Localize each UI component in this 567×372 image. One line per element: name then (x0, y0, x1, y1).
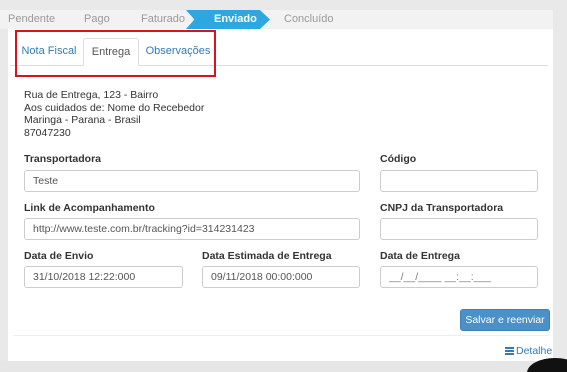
status-steps: Pendente Pago Faturado Enviado Concluído (0, 10, 553, 29)
codigo-label: Código (380, 153, 417, 165)
delivery-address: Rua de Entrega, 123 - Bairro Aos cuidado… (24, 89, 204, 139)
cnpj-input[interactable] (380, 218, 538, 240)
data-entrega-label: Data de Entrega (380, 250, 460, 262)
data-entrega-input[interactable] (380, 266, 538, 288)
step-enviado: Enviado (214, 13, 257, 25)
address-line-city: Maringa - Parana - Brasil (24, 114, 141, 126)
address-line-zip: 87047230 (24, 126, 71, 139)
step-pendente: Pendente (8, 13, 56, 25)
data-estimada-input[interactable] (202, 266, 360, 288)
save-resend-button[interactable]: Salvar e reenviar (460, 309, 550, 331)
data-envio-label: Data de Envio (24, 250, 94, 262)
address-line-recipient: Aos cuidados de: Nome do Recebedor (24, 101, 205, 114)
cnpj-label: CNPJ da Transportadora (380, 202, 504, 214)
data-estimada-label: Data Estimada de Entrega (202, 250, 332, 262)
address-line-street: Rua de Entrega, 123 - Bairro (24, 89, 159, 101)
detail-link[interactable]: Detalhe (505, 345, 552, 357)
transportadora-input[interactable] (24, 170, 360, 192)
divider (14, 335, 550, 336)
step-faturado: Faturado (141, 13, 186, 25)
transportadora-label: Transportadora (24, 153, 102, 165)
step-pago: Pago (84, 13, 110, 25)
tabs-highlight-box (15, 30, 216, 77)
data-envio-input[interactable] (24, 266, 183, 288)
link-input[interactable] (24, 218, 360, 240)
step-concluido: Concluído (284, 13, 334, 25)
codigo-input[interactable] (380, 170, 538, 192)
list-icon (505, 347, 514, 355)
detail-label: Detalhe (516, 345, 553, 357)
link-label: Link de Acompanhamento (24, 202, 155, 214)
bottom-bar (0, 361, 567, 372)
